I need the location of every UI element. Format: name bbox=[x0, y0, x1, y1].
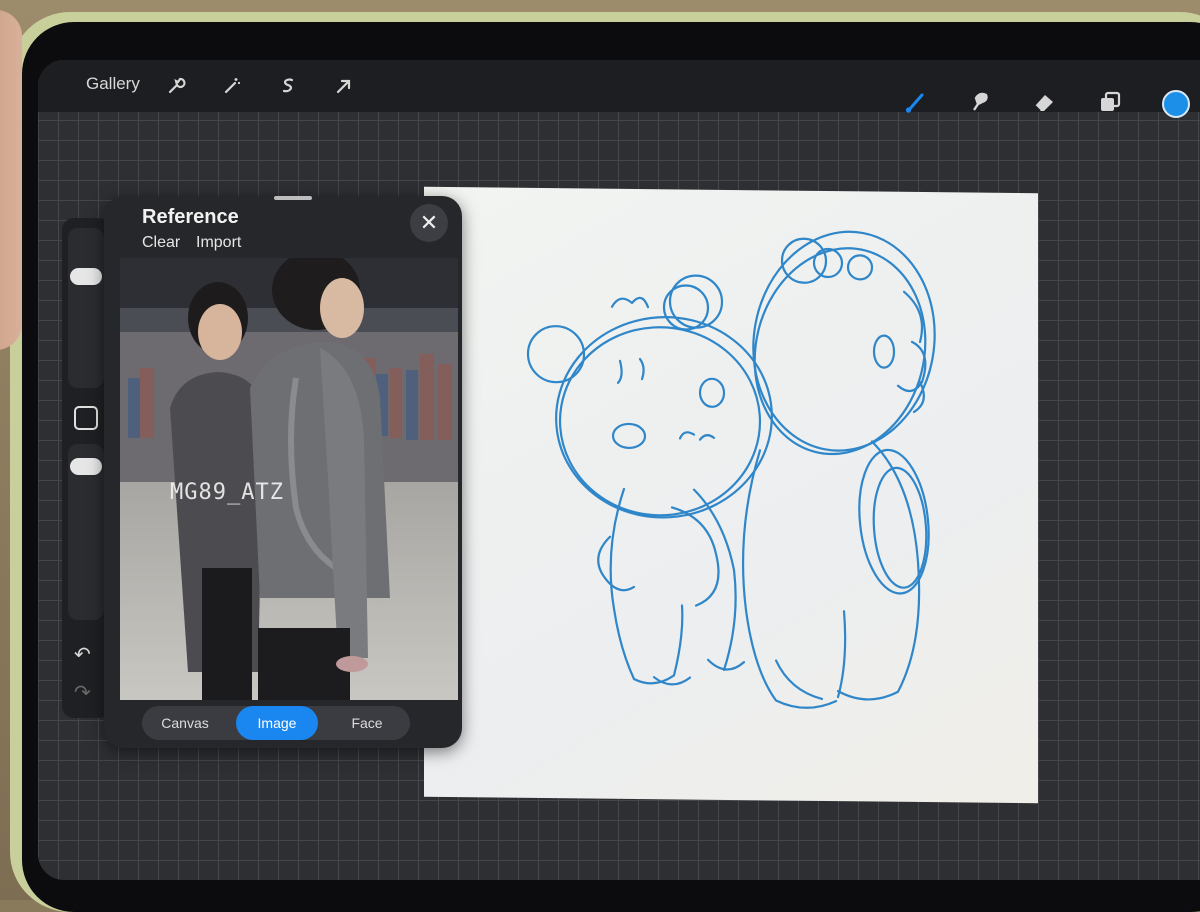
brush-size-thumb[interactable] bbox=[70, 268, 102, 285]
reference-panel: Reference Clear Import ✕ MG89_ATZ Canvas… bbox=[104, 196, 462, 748]
gallery-button[interactable]: Gallery bbox=[86, 74, 140, 94]
reference-mode-selector: Canvas Image Face bbox=[142, 706, 410, 740]
brush-icon[interactable] bbox=[902, 88, 930, 116]
import-button[interactable]: Import bbox=[196, 234, 241, 252]
clear-button[interactable]: Clear bbox=[142, 234, 180, 252]
close-icon[interactable]: ✕ bbox=[410, 204, 448, 242]
panel-grabber[interactable] bbox=[274, 196, 312, 200]
mode-canvas-tab[interactable]: Canvas bbox=[144, 706, 226, 740]
reference-title: Reference bbox=[142, 206, 239, 228]
color-picker-button[interactable] bbox=[1162, 90, 1190, 118]
selection-icon[interactable] bbox=[274, 72, 302, 100]
procreate-screen: Gallery ↶ ↷ Reference Clear Import ✕ MG8… bbox=[38, 60, 1200, 880]
transform-arrow-icon[interactable] bbox=[330, 72, 358, 100]
undo-icon[interactable]: ↶ bbox=[74, 642, 91, 667]
magic-wand-icon[interactable] bbox=[218, 72, 246, 100]
sketch-drawing bbox=[526, 230, 936, 709]
drawing-canvas[interactable] bbox=[424, 186, 1038, 804]
reference-image: MG89_ATZ bbox=[120, 258, 458, 700]
brush-size-slider[interactable] bbox=[68, 228, 104, 388]
wrench-icon[interactable] bbox=[162, 72, 190, 100]
smudge-icon[interactable] bbox=[966, 88, 994, 116]
left-sidebar: ↶ ↷ bbox=[62, 218, 110, 718]
eraser-icon[interactable] bbox=[1030, 88, 1058, 116]
holding-finger bbox=[0, 10, 22, 350]
layers-icon[interactable] bbox=[1096, 88, 1124, 116]
reference-photo-illustration bbox=[120, 258, 458, 700]
top-toolbar: Gallery bbox=[38, 60, 1200, 118]
mode-face-tab[interactable]: Face bbox=[326, 706, 408, 740]
image-watermark: MG89_ATZ bbox=[170, 480, 284, 505]
mode-image-tab[interactable]: Image bbox=[236, 706, 318, 740]
modify-button[interactable] bbox=[74, 406, 98, 430]
redo-icon[interactable]: ↷ bbox=[74, 680, 91, 705]
opacity-thumb[interactable] bbox=[70, 458, 102, 475]
